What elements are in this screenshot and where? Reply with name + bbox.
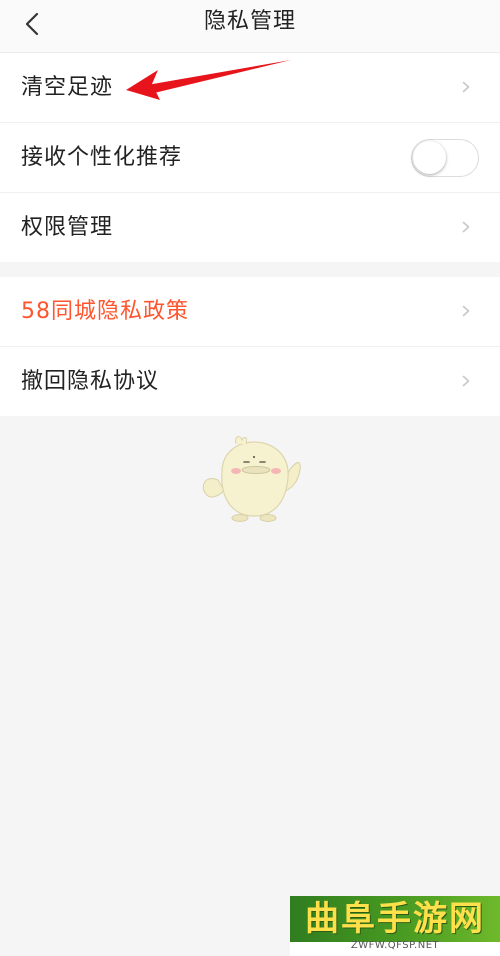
watermark-url: ZWFW.QFSP.NET [350, 940, 440, 951]
watermark-title: 曲阜手游网 [305, 899, 485, 939]
personalized-recommendation-toggle[interactable] [411, 139, 479, 177]
revoke-privacy-agreement-row[interactable]: 撤回隐私协议 [0, 347, 500, 416]
permission-management-row[interactable]: 权限管理 [0, 193, 500, 262]
settings-group-2: 58同城隐私政策 撤回隐私协议 [0, 277, 500, 416]
nav-bar: 隐私管理 [0, 0, 500, 53]
privacy-policy-row[interactable]: 58同城隐私政策 [0, 277, 500, 347]
watermark-logo: 曲阜手游网 ZWFW.QFSP.NET [290, 896, 500, 956]
personalized-recommendation-label: 接收个性化推荐 [21, 145, 183, 170]
personalized-recommendation-row: 接收个性化推荐 [0, 123, 500, 193]
clear-history-row[interactable]: 清空足迹 [0, 53, 500, 123]
empty-state-mascot-icon [202, 436, 301, 522]
revoke-privacy-agreement-label: 撤回隐私协议 [21, 369, 160, 394]
chevron-right-icon [462, 221, 470, 233]
permission-management-label: 权限管理 [21, 215, 114, 240]
clear-history-label: 清空足迹 [21, 75, 114, 100]
settings-group-1: 清空足迹 接收个性化推荐 权限管理 [0, 53, 500, 262]
chevron-right-icon [462, 375, 470, 387]
privacy-management-screen: 隐私管理 清空足迹 接收个性化推荐 权限管理 58同城隐私政策 撤回隐私协议 曲… [0, 0, 500, 956]
toggle-knob [413, 141, 446, 174]
chevron-right-icon [462, 305, 470, 317]
page-title: 隐私管理 [203, 9, 296, 34]
privacy-policy-label: 58同城隐私政策 [21, 299, 189, 324]
chevron-right-icon [462, 81, 470, 93]
